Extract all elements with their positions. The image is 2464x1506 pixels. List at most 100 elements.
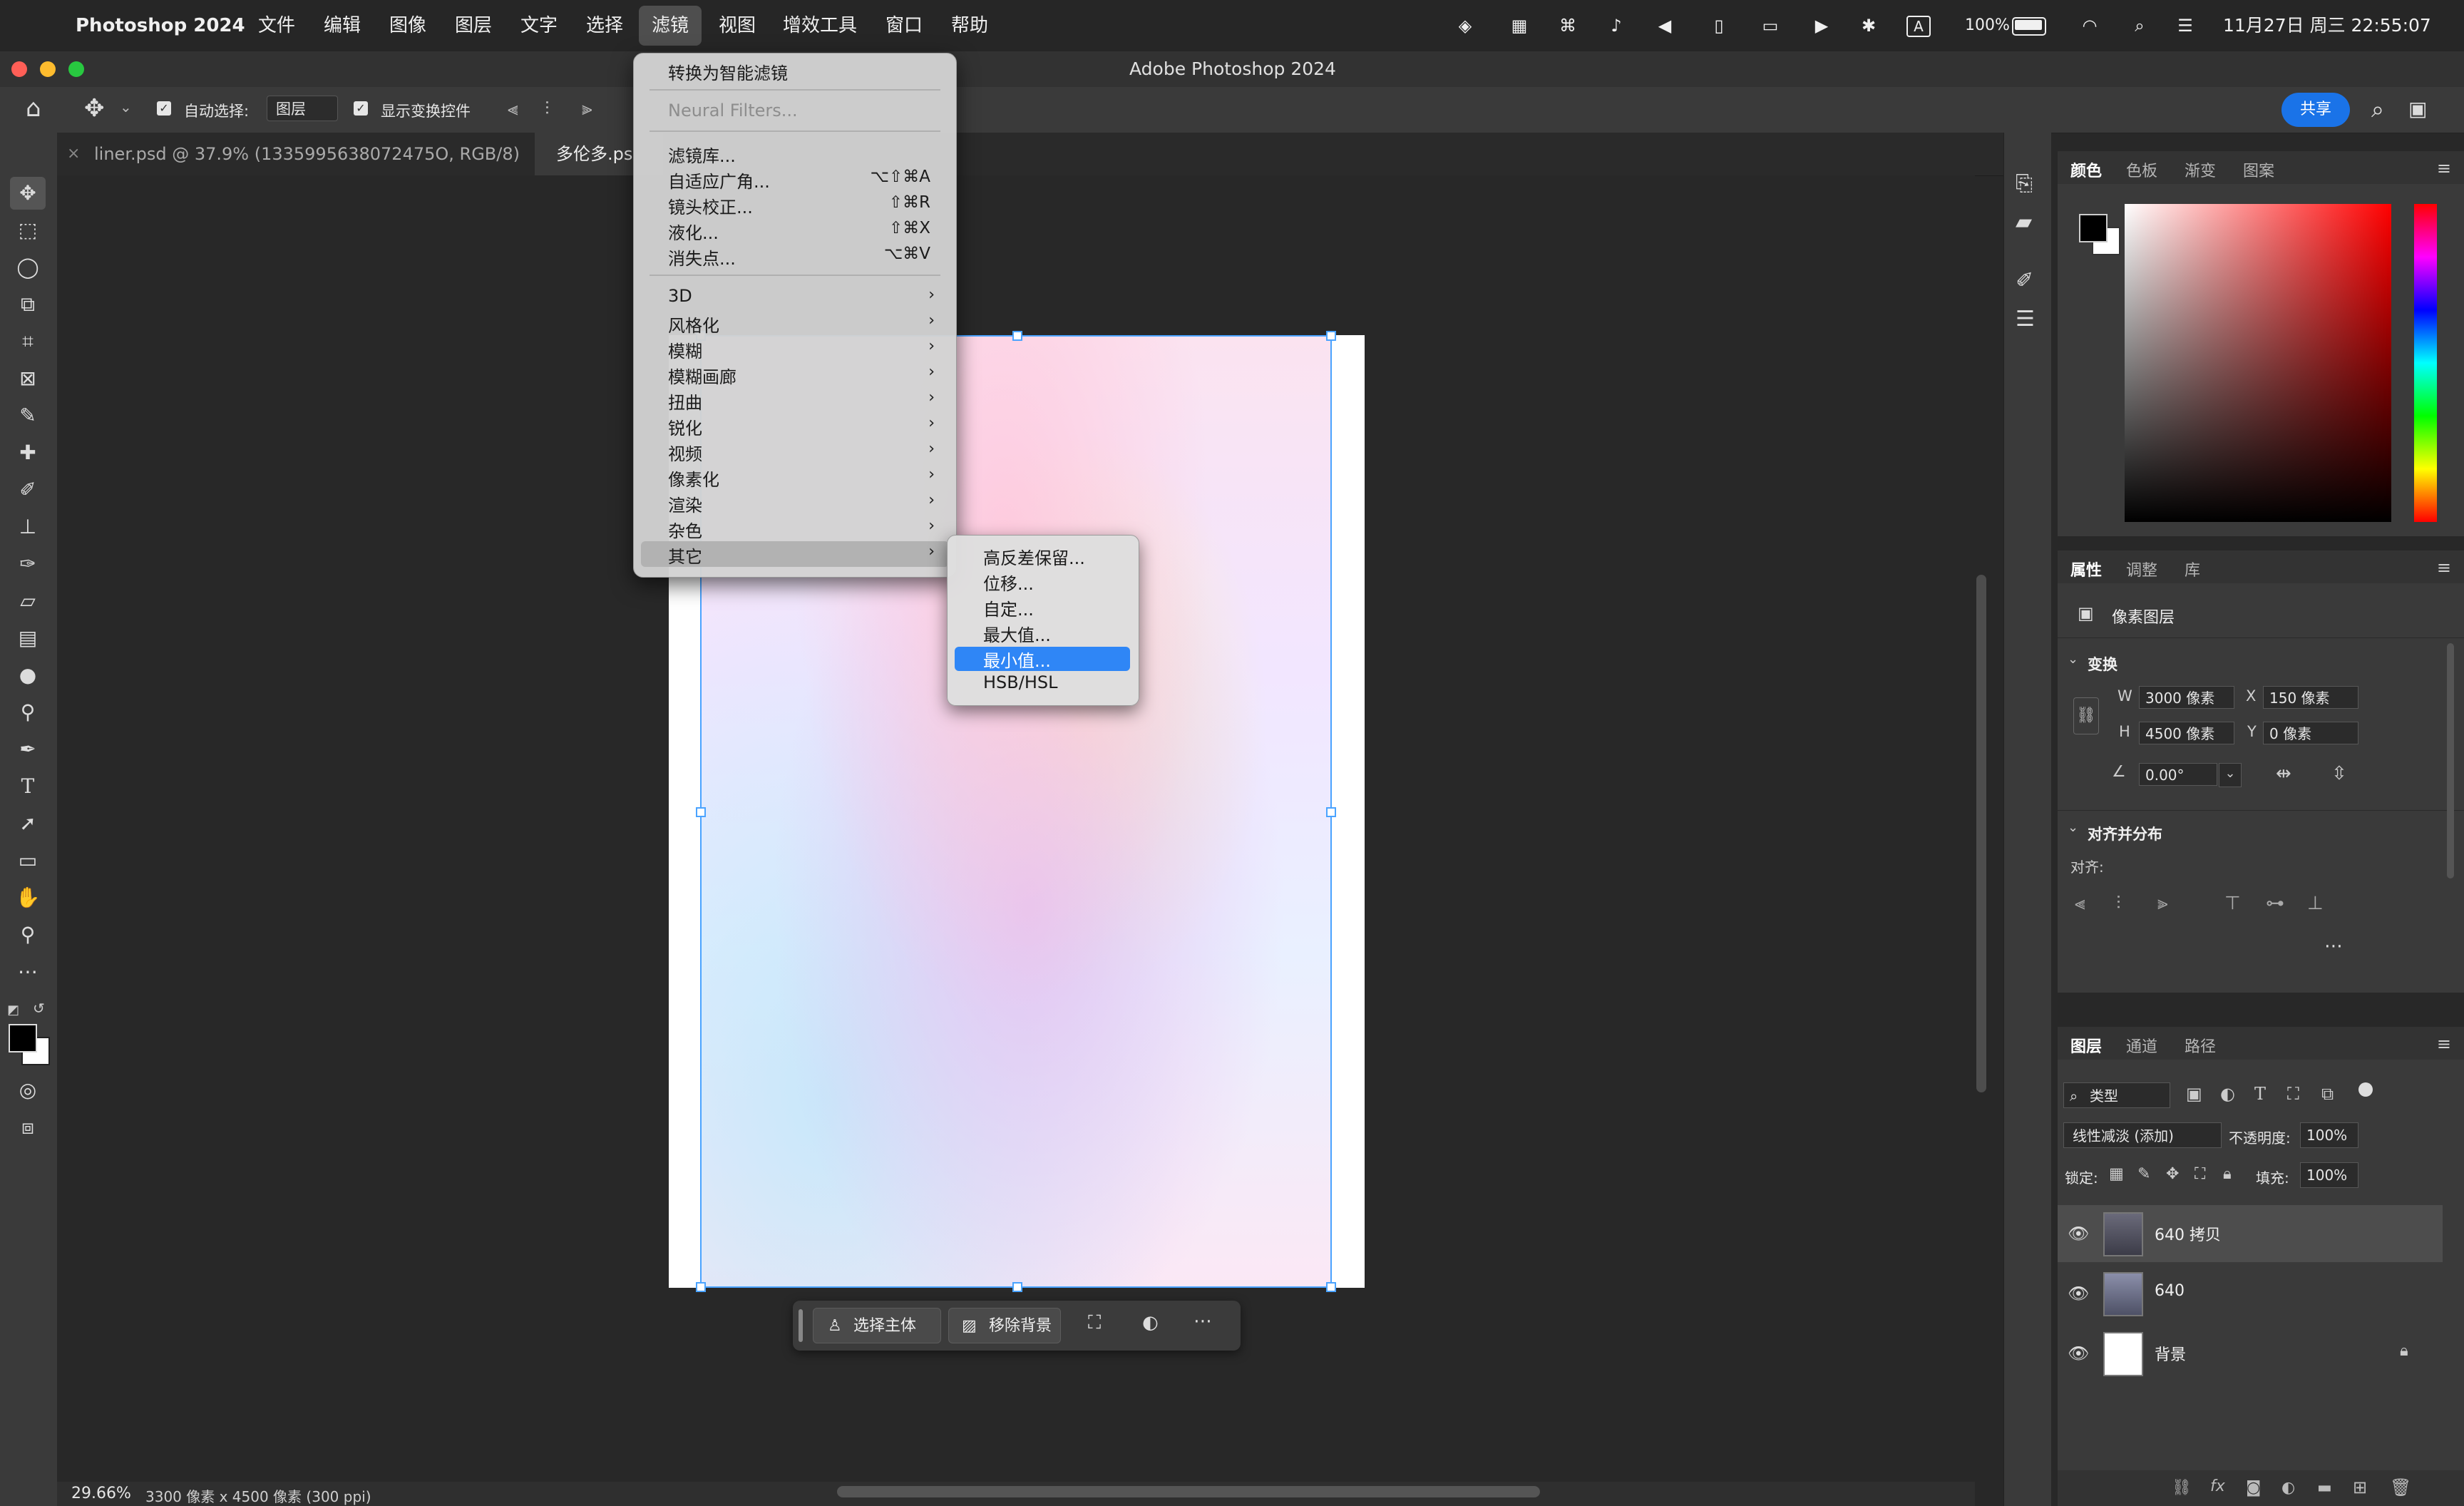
workspace-icon[interactable]: ▣ <box>2408 97 2427 121</box>
layer-name[interactable]: 640 拷贝 <box>2155 1222 2221 1245</box>
layer-row[interactable]: 👁︎ 背景 🔒︎ <box>2058 1325 2443 1382</box>
display-icon[interactable]: ▭ <box>1760 16 1781 36</box>
wifi-icon[interactable]: ◠ <box>2079 16 2100 36</box>
chevron-down-icon[interactable]: ⌄ <box>2068 652 2078 667</box>
angle-field[interactable]: 0.00° <box>2139 763 2217 786</box>
filter-smart-object-icon[interactable]: ⧉ <box>2321 1084 2334 1104</box>
menu-item-blur[interactable]: 模糊 <box>668 337 702 362</box>
transform-handle[interactable] <box>1326 1282 1336 1292</box>
path-select-tool-icon[interactable]: ➚ <box>10 807 46 840</box>
tab-patterns[interactable]: 图案 <box>2243 158 2274 181</box>
menu-item-blur-gallery[interactable]: 模糊画廊 <box>668 363 736 388</box>
panel-scrollbar[interactable] <box>2447 643 2454 878</box>
layer-row[interactable]: 👁︎ 640 <box>2058 1265 2443 1322</box>
move-tool-icon[interactable]: ✥ <box>84 94 105 123</box>
layer-row[interactable]: 👁︎ 640 拷贝 <box>2058 1205 2443 1262</box>
layer-filter-dropdown[interactable]: ⌕ 类型 <box>2063 1082 2170 1108</box>
flip-vertical-icon[interactable]: ⇳ <box>2331 763 2347 784</box>
gradient-tool-icon[interactable]: ▤ <box>10 622 46 655</box>
layer-name[interactable]: 背景 <box>2155 1342 2186 1365</box>
align-top-icon[interactable]: ⊤ <box>2224 893 2241 914</box>
transform-handle[interactable] <box>696 1282 706 1292</box>
color-picker-field[interactable] <box>2125 204 2391 522</box>
y-field[interactable]: 0 像素 <box>2263 722 2358 744</box>
volume-icon[interactable]: ◀ <box>1654 16 1675 36</box>
menu-item-minimum[interactable]: 最小值... <box>983 647 1051 672</box>
zoom-level[interactable]: 29.66% <box>71 1485 131 1502</box>
vertical-scrollbar[interactable] <box>1976 575 1986 1092</box>
transform-handle[interactable] <box>1012 1282 1022 1292</box>
align-right-icon[interactable]: ⫸ <box>2157 893 2168 915</box>
zoom-window-button[interactable] <box>68 61 84 77</box>
grid-icon[interactable]: ▦ <box>1509 16 1530 36</box>
align-right-icon[interactable]: ⫸ <box>582 98 592 121</box>
lock-all-icon[interactable]: 🔒︎ <box>2223 1165 2232 1183</box>
menu-item-noise[interactable]: 杂色 <box>668 517 702 542</box>
transform-handle[interactable] <box>1012 331 1022 341</box>
align-hcenter-icon[interactable]: ⫶ <box>2116 893 2121 915</box>
foreground-color-swatch[interactable] <box>2079 214 2108 242</box>
bluetooth-icon[interactable]: ✱ <box>1858 16 1879 36</box>
tab-gradients[interactable]: 渐变 <box>2185 158 2216 181</box>
move-tool-icon[interactable]: ✥ <box>10 177 46 210</box>
align-section-title[interactable]: 对齐并分布 <box>2088 823 2162 844</box>
menu-item-video[interactable]: 视频 <box>668 440 702 465</box>
adjustments-icon[interactable]: ☰ <box>2016 307 2035 332</box>
menu-item-hsb-hsl[interactable]: HSB/HSL <box>983 672 1057 692</box>
menu-select[interactable]: 选择 <box>586 0 623 51</box>
link-icon[interactable]: ⛓ <box>2073 697 2099 734</box>
crop-tool-icon[interactable]: ⌗ <box>10 325 46 358</box>
auto-select-target-dropdown[interactable]: 图层 <box>267 96 338 121</box>
battery-icon[interactable] <box>2012 17 2046 36</box>
rectangle-tool-icon[interactable]: ▭ <box>10 844 46 877</box>
document-info[interactable]: 3300 像素 x 4500 像素 (300 ppi) <box>145 1485 371 1506</box>
menu-item-lens-correction[interactable]: 镜头校正... <box>668 193 753 218</box>
swap-colors-icon[interactable]: ↺ <box>33 1000 45 1017</box>
menu-item-pixelate[interactable]: 像素化 <box>668 466 719 491</box>
minimize-window-button[interactable] <box>40 61 56 77</box>
history-brush-tool-icon[interactable]: ✑ <box>10 548 46 580</box>
close-icon[interactable]: × <box>67 133 80 175</box>
search-icon[interactable]: ⌕ <box>2371 96 2384 123</box>
folder-icon[interactable]: ▬ <box>2317 1479 2332 1497</box>
menu-item-other[interactable]: 其它 <box>668 543 702 568</box>
height-field[interactable]: 4500 像素 <box>2139 722 2234 744</box>
fill-field[interactable]: 100% <box>2300 1162 2358 1188</box>
menu-item-vanishing-point[interactable]: 消失点... <box>668 245 736 270</box>
stamp-tool-icon[interactable]: ⊥ <box>10 511 46 543</box>
home-icon[interactable]: ⌂ <box>26 94 41 123</box>
tab-adjustments[interactable]: 调整 <box>2126 558 2157 580</box>
zoom-tool-icon[interactable]: ⚲ <box>10 918 46 951</box>
blend-mode-dropdown[interactable]: 线性减淡 (添加) <box>2063 1122 2222 1148</box>
menu-item-custom[interactable]: 自定... <box>983 595 1034 620</box>
share-button[interactable]: 共享 <box>2281 93 2350 127</box>
filter-type-icon[interactable]: T <box>2254 1084 2266 1104</box>
menu-layer[interactable]: 图层 <box>455 0 492 51</box>
menu-item-liquify[interactable]: 液化... <box>668 219 719 244</box>
book-icon[interactable]: ▯ <box>1708 16 1730 36</box>
blur-tool-icon[interactable]: ● <box>10 659 46 692</box>
chevron-down-icon[interactable]: ⌄ <box>2219 763 2242 787</box>
chevron-down-icon[interactable]: ⌄ <box>2068 820 2078 835</box>
menu-item-3d[interactable]: 3D <box>668 286 692 306</box>
menu-item-adaptive-wide-angle[interactable]: 自适应广角... <box>668 168 770 193</box>
panel-menu-icon[interactable]: ≡ <box>2437 558 2451 578</box>
transform-section-title[interactable]: 变换 <box>2088 653 2118 675</box>
chevron-down-icon[interactable]: ⌄ <box>120 98 132 116</box>
more-icon[interactable]: ⋯ <box>2324 936 2343 957</box>
horizontal-scrollbar[interactable] <box>837 1486 1540 1497</box>
tab-layers[interactable]: 图层 <box>2070 1034 2102 1057</box>
flip-horizontal-icon[interactable]: ⇹ <box>2276 763 2291 784</box>
type-tool-icon[interactable]: T <box>10 770 46 803</box>
transform-handle[interactable] <box>1326 331 1336 341</box>
brush-tool-icon[interactable]: ✐ <box>10 473 46 506</box>
align-center-icon[interactable]: ⫶ <box>545 98 550 121</box>
lock-artboard-icon[interactable]: ⛶ <box>2194 1165 2205 1183</box>
align-left-icon[interactable]: ⫷ <box>2075 893 2085 915</box>
visibility-eye-icon[interactable]: 👁︎ <box>2068 1284 2089 1303</box>
transform-handle[interactable] <box>696 807 706 817</box>
trash-icon[interactable]: 🗑︎ <box>2390 1477 2411 1497</box>
hand-tool-icon[interactable]: ✋ <box>10 881 46 914</box>
menu-item-filter-gallery[interactable]: 滤镜库... <box>668 142 736 167</box>
pen-tool-icon[interactable]: ✒ <box>10 733 46 766</box>
